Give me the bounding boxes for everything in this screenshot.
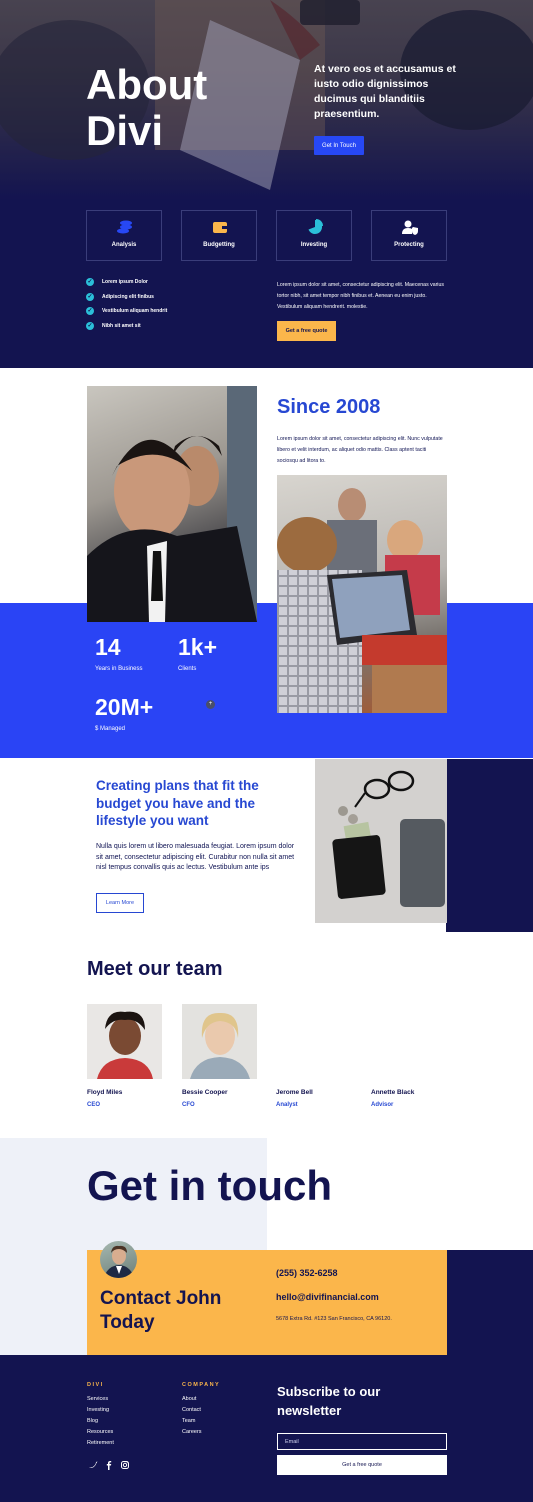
plus-icon[interactable]: + xyxy=(206,700,215,709)
member-name: Floyd Miles xyxy=(87,1089,123,1096)
footer-link[interactable]: Services xyxy=(87,1394,114,1405)
service-card-analysis[interactable]: Analysis xyxy=(86,210,162,261)
work-photo-graphic xyxy=(277,488,447,713)
footer-column-heading: DIVI xyxy=(87,1382,104,1388)
footer-link[interactable]: About xyxy=(182,1394,202,1405)
stat-label: Years in Business xyxy=(95,666,143,672)
footer-link[interactable]: Investing xyxy=(87,1405,114,1416)
get-in-touch-button[interactable]: Get In Touch xyxy=(314,136,364,155)
member-role: Analyst xyxy=(276,1102,298,1108)
plans-title: Creating plans that fit the budget you h… xyxy=(96,778,259,828)
checklist-item: ✓ Nibh sit amet sit xyxy=(86,322,141,330)
service-label: Investing xyxy=(300,242,328,248)
contact-title: Get in touch xyxy=(87,1162,332,1209)
navy-accent-block xyxy=(446,759,533,932)
member-role: CEO xyxy=(87,1102,101,1108)
newsletter-submit-button[interactable]: Get a free quote xyxy=(277,1455,447,1475)
footer-link[interactable]: Careers xyxy=(182,1427,202,1438)
service-card-budgetting[interactable]: Budgetting xyxy=(181,210,257,261)
team-title: Meet our team xyxy=(87,958,223,980)
service-card-protecting[interactable]: Protecting xyxy=(371,210,447,261)
member-role: CFO xyxy=(182,1102,195,1108)
email-address[interactable]: hello@divifinancial.com xyxy=(276,1292,379,1302)
page-title: About Divi xyxy=(86,61,208,154)
get-quote-button[interactable]: Get a free quote xyxy=(277,321,336,341)
since-text: Lorem ipsum dolor sit amet, consectetur … xyxy=(277,436,443,464)
member-name: Bessie Cooper xyxy=(182,1089,228,1096)
member-role: Advisor xyxy=(371,1102,394,1108)
hero-text: At vero eos et accusamus et iusto odio d… xyxy=(314,63,456,120)
instagram-icon[interactable] xyxy=(120,1460,130,1470)
stat-label: Clients xyxy=(178,666,197,672)
checklist-item: ✓ Adipiscing elit finibus xyxy=(86,293,154,301)
desk-photo-graphic xyxy=(315,759,447,923)
stat-label: $ Managed xyxy=(95,726,126,732)
stat-value: 14 xyxy=(95,634,121,660)
check-icon: ✓ xyxy=(86,278,94,286)
service-card-investing[interactable]: Investing xyxy=(276,210,352,261)
contact-card-title: Contact John Today xyxy=(100,1288,222,1333)
footer-links-company: About Contact Team Careers xyxy=(182,1394,202,1438)
member-name: Jerome Bell xyxy=(276,1089,313,1096)
avatar-portrait-graphic xyxy=(104,1245,134,1278)
footer-link[interactable]: Team xyxy=(182,1416,202,1427)
hero-section: About Divi At vero eos et accusamus et i… xyxy=(0,0,533,368)
checklist-item: ✓ Vestibulum aliquam hendrit xyxy=(86,307,168,315)
service-label: Analysis xyxy=(111,242,137,248)
footer: DIVI Services Investing Blog Resources R… xyxy=(0,1355,533,1502)
check-icon: ✓ xyxy=(86,322,94,330)
stats-band xyxy=(0,603,533,758)
team-member-photo xyxy=(182,1004,257,1079)
desk-items-photo xyxy=(315,759,447,923)
checklist-item: ✓ Lorem ipsum Dolor xyxy=(86,278,148,286)
coins-icon xyxy=(117,220,132,234)
footer-link[interactable]: Contact xyxy=(182,1405,202,1416)
postal-address: 5678 Extra Rd. #123 San Francisco, CA 96… xyxy=(276,1316,392,1322)
hero-paragraph: Lorem ipsum dolor sit amet, consectetur … xyxy=(277,282,444,310)
footer-links-divi: Services Investing Blog Resources Retire… xyxy=(87,1394,114,1449)
office-work-photo xyxy=(277,475,447,713)
service-label: Budgetting xyxy=(203,242,235,248)
member-portrait-graphic xyxy=(97,1011,153,1079)
phone-number[interactable]: (255) 352-6258 xyxy=(276,1268,338,1278)
check-icon: ✓ xyxy=(86,307,94,315)
member-name: Annette Black xyxy=(371,1089,415,1096)
check-icon: ✓ xyxy=(86,293,94,301)
avatar xyxy=(100,1241,137,1278)
team-men-photo xyxy=(87,386,257,622)
footer-link[interactable]: Blog xyxy=(87,1416,114,1427)
stat-value: 1k+ xyxy=(178,634,218,660)
men-photo-graphic xyxy=(87,386,257,622)
member-portrait-graphic xyxy=(190,1012,250,1079)
wallet-icon xyxy=(213,222,227,233)
footer-link[interactable]: Retirement xyxy=(87,1438,114,1449)
footer-link[interactable]: Resources xyxy=(87,1427,114,1438)
navy-accent-strip xyxy=(447,1250,533,1355)
user-shield-icon xyxy=(402,220,418,235)
twitter-icon[interactable] xyxy=(88,1460,98,1470)
stat-value: 20M+ xyxy=(95,694,154,720)
plans-text: Nulla quis lorem ut libero malesuada feu… xyxy=(96,843,295,871)
newsletter-email-input[interactable] xyxy=(277,1433,447,1450)
service-label: Protecting xyxy=(394,242,424,248)
newsletter-title: Subscribe to our newsletter xyxy=(277,1384,381,1418)
facebook-icon[interactable] xyxy=(104,1460,114,1470)
footer-column-heading: COMPANY xyxy=(182,1382,221,1388)
learn-more-button[interactable]: Learn More xyxy=(96,893,144,913)
pie-chart-icon xyxy=(308,219,323,234)
team-member-photo xyxy=(87,1004,162,1079)
since-title: Since 2008 xyxy=(277,396,381,418)
